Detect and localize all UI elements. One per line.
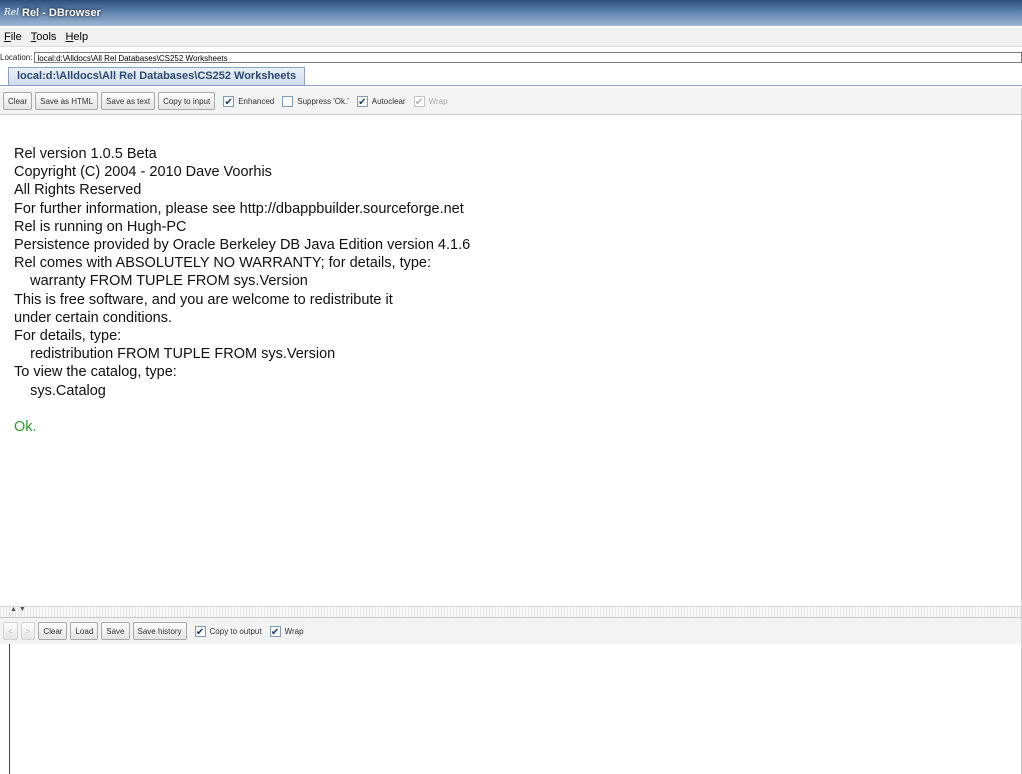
- output-line: For further information, please see http…: [14, 200, 464, 217]
- input-caret-edge: [9, 644, 10, 774]
- wrap-output-label: Wrap: [428, 96, 448, 106]
- splitter-arrows-icon[interactable]: ▲▼: [10, 606, 28, 613]
- copy-to-output-checkbox[interactable]: ✔ Copy to output: [194, 625, 262, 638]
- previous-button[interactable]: <: [3, 622, 18, 640]
- input-editor[interactable]: [0, 644, 1022, 774]
- wrap-input-label: Wrap: [284, 626, 304, 636]
- output-pane[interactable]: Rel version 1.0.5 Beta Copyright (C) 2004…: [0, 115, 1022, 605]
- wrap-output-checkbox[interactable]: ✔ Wrap: [413, 95, 448, 108]
- load-button[interactable]: Load: [70, 622, 99, 640]
- save-as-text-button[interactable]: Save as text: [101, 92, 156, 110]
- check-icon: ✔: [269, 625, 281, 638]
- output-line: warranty FROM TUPLE FROM sys.Version: [14, 273, 308, 290]
- output-text: Rel version 1.0.5 Beta Copyright (C) 2004…: [14, 145, 470, 436]
- location-input[interactable]: local:d:\Alldocs\All Rel Databases\CS252…: [34, 51, 1022, 63]
- check-icon: ✔: [356, 95, 368, 108]
- input-toolbar: < > Clear Load Save Save history ✔ Copy …: [0, 617, 1022, 645]
- menu-help[interactable]: Help: [65, 31, 88, 43]
- clear-input-button[interactable]: Clear: [38, 622, 68, 640]
- enhanced-checkbox[interactable]: ✔ Enhanced: [223, 95, 275, 108]
- window-title: Rel - DBrowser: [22, 7, 101, 19]
- check-icon: ✔: [194, 625, 206, 638]
- autoclear-label: Autoclear: [371, 96, 406, 106]
- output-line: sys.Catalog: [14, 382, 106, 399]
- unchecked-box: [282, 95, 294, 107]
- tab-database[interactable]: local:d:\Alldocs\All Rel Databases\CS252…: [8, 67, 306, 85]
- copy-to-input-button[interactable]: Copy to input: [158, 92, 216, 110]
- pane-splitter[interactable]: ▲▼: [0, 606, 1022, 617]
- autoclear-checkbox[interactable]: ✔ Autoclear: [356, 95, 406, 108]
- menu-bar: File Tools Help: [0, 28, 1022, 47]
- menu-file[interactable]: File: [4, 31, 22, 43]
- clear-output-button[interactable]: Clear: [3, 92, 33, 110]
- copy-to-output-label: Copy to output: [209, 626, 262, 636]
- next-button[interactable]: >: [20, 622, 36, 640]
- ok-status: Ok.: [14, 419, 37, 436]
- location-label: Location:: [0, 52, 33, 62]
- output-line: under certain conditions.: [14, 309, 172, 326]
- save-button[interactable]: Save: [101, 622, 130, 640]
- app-icon: Rel: [4, 8, 19, 18]
- output-line: Rel version 1.0.5 Beta: [14, 146, 157, 162]
- enhanced-label: Enhanced: [238, 96, 275, 106]
- check-icon: ✔: [413, 95, 425, 108]
- output-toolbar: Clear Save as HTML Save as text Copy to …: [0, 88, 1022, 115]
- suppress-ok-label: Suppress 'Ok.': [297, 96, 349, 106]
- output-line: redistribution FROM TUPLE FROM sys.Versi…: [14, 346, 336, 363]
- output-line: Rel comes with ABSOLUTELY NO WARRANTY; f…: [14, 255, 432, 272]
- check-icon: ✔: [223, 95, 235, 108]
- wrap-input-checkbox[interactable]: ✔ Wrap: [269, 625, 304, 638]
- suppress-ok-checkbox[interactable]: Suppress 'Ok.': [282, 95, 349, 107]
- location-bar: Location: local:d:\Alldocs\All Rel Datab…: [0, 50, 1022, 64]
- menu-tools[interactable]: Tools: [31, 31, 57, 43]
- output-line: All Rights Reserved: [14, 182, 142, 199]
- output-line: Copyright (C) 2004 - 2010 Dave Voorhis: [14, 164, 272, 181]
- output-line: For details, type:: [14, 328, 122, 345]
- title-bar: Rel Rel - DBrowser: [0, 0, 1022, 26]
- save-as-html-button[interactable]: Save as HTML: [35, 92, 99, 110]
- output-line: This is free software, and you are welco…: [14, 291, 393, 308]
- tab-strip: local:d:\Alldocs\All Rel Databases\CS252…: [0, 65, 1022, 86]
- save-history-button[interactable]: Save history: [132, 622, 187, 640]
- output-line: Rel is running on Hugh-PC: [14, 218, 187, 235]
- output-line: To view the catalog, type:: [14, 364, 177, 381]
- output-line: Persistence provided by Oracle Berkeley …: [14, 237, 471, 254]
